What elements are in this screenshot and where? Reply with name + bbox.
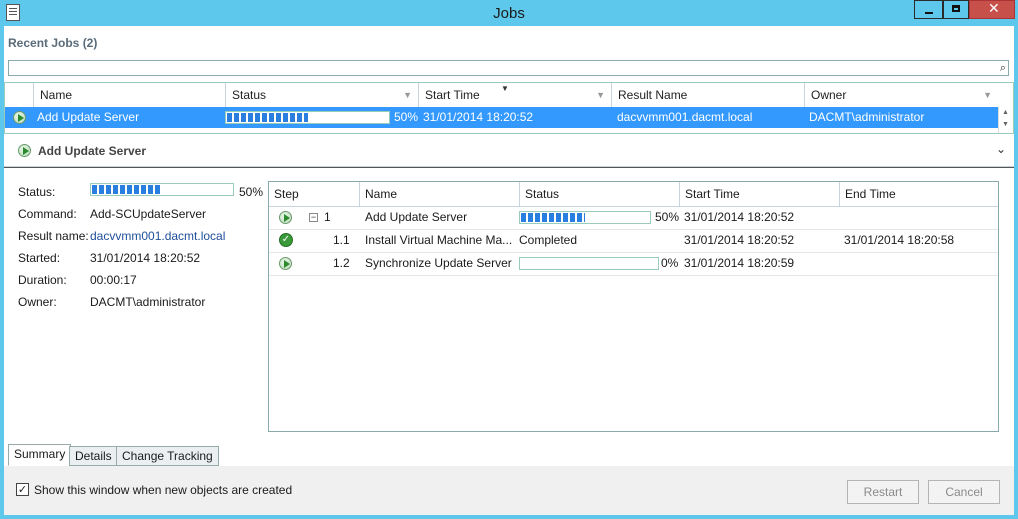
collapse-icon[interactable]: − <box>309 213 318 222</box>
column-header-step[interactable]: Step <box>269 182 359 206</box>
table-row[interactable]: 1.2 Synchronize Update Server 0% 31/01/2… <box>269 252 998 276</box>
sort-descending-icon: ▼ <box>501 84 509 93</box>
maximize-icon <box>952 5 960 12</box>
steps-grid: Step Name Status Start Time End Time − 1… <box>268 181 999 432</box>
scroll-down-icon[interactable]: ▼ <box>1002 121 1009 128</box>
duration-value: 00:00:17 <box>90 273 137 287</box>
checkmark-icon: ✓ <box>17 483 28 496</box>
restart-button[interactable]: Restart <box>847 480 919 504</box>
column-header-start-time[interactable]: Start Time ▼ ▼ <box>418 83 611 107</box>
column-header-start-time[interactable]: Start Time <box>679 182 839 206</box>
column-header-result-name[interactable]: Result Name <box>611 83 804 107</box>
grid-scrollbar[interactable]: ▲ ▼ <box>998 107 1013 133</box>
progress-fill <box>92 185 162 194</box>
table-row[interactable]: Add Update Server 50% 31/01/2014 18:20:5… <box>5 107 998 128</box>
close-icon: ✕ <box>988 1 1000 17</box>
filter-arrow-icon[interactable]: ▼ <box>596 83 605 107</box>
window-title: Jobs <box>493 5 525 22</box>
filter-arrow-icon[interactable]: ▼ <box>983 83 992 107</box>
job-progress-bar <box>225 111 390 124</box>
play-icon <box>279 211 292 224</box>
detail-progress-bar <box>90 183 234 196</box>
status-label: Status: <box>18 185 56 199</box>
step-progress-bar <box>519 257 659 270</box>
play-icon <box>279 257 292 270</box>
tab-summary[interactable]: Summary <box>8 444 72 466</box>
result-name-link[interactable]: dacvvmm001.dacmt.local <box>90 229 225 243</box>
search-input[interactable]: ⌕ <box>8 60 1009 76</box>
started-value: 31/01/2014 18:20:52 <box>90 251 201 265</box>
chevron-down-icon[interactable]: ⌄ <box>996 142 1006 156</box>
command-label: Command: <box>18 207 77 221</box>
filter-arrow-icon[interactable]: ▼ <box>403 83 412 107</box>
running-job-icon <box>18 144 31 157</box>
tab-strip: Summary Details Change Tracking <box>4 444 1014 466</box>
detail-header[interactable]: Add Update Server ⌄ <box>4 136 1014 167</box>
progress-fill <box>227 113 308 122</box>
cancel-button[interactable]: Cancel <box>928 480 1000 504</box>
jobs-grid: Name Status ▼ Start Time ▼ ▼ Result Name Ow… <box>4 82 1014 134</box>
minimize-button[interactable] <box>914 0 943 19</box>
show-window-checkbox[interactable]: ✓ <box>16 483 29 496</box>
minimize-icon <box>925 12 933 14</box>
duration-label: Duration: <box>18 273 67 287</box>
table-row[interactable]: − 1 Add Update Server 50% 31/01/2014 18:… <box>269 206 998 230</box>
progress-fill <box>521 213 585 222</box>
running-job-icon <box>13 111 26 124</box>
column-header-name[interactable]: Name <box>359 182 519 206</box>
command-value: Add-SCUpdateServer <box>90 207 207 221</box>
column-header-end-time[interactable]: End Time <box>839 182 998 206</box>
started-label: Started: <box>18 251 61 265</box>
tab-change-tracking[interactable]: Change Tracking <box>116 446 219 466</box>
check-icon: ✓ <box>279 233 293 247</box>
column-header-status[interactable]: Status <box>519 182 679 206</box>
column-header-status[interactable]: Status ▼ <box>225 83 418 107</box>
show-window-checkbox-label: Show this window when new objects are cr… <box>34 483 293 497</box>
jobs-grid-header: Name Status ▼ Start Time ▼ ▼ Result Name Ow… <box>5 83 1013 108</box>
table-row[interactable]: ✓ 1.1 Install Virtual Machine Ma... Comp… <box>269 229 998 253</box>
title-bar[interactable]: Jobs ✕ <box>0 0 1018 26</box>
result-name-label: Result name: <box>18 229 89 243</box>
column-header-owner[interactable]: Owner ▼ <box>804 83 998 107</box>
column-header-name[interactable]: Name <box>33 83 225 107</box>
step-progress-bar <box>519 211 651 224</box>
scroll-up-icon[interactable]: ▲ <box>1002 109 1009 116</box>
close-button[interactable]: ✕ <box>969 0 1015 19</box>
jobs-window: Jobs ✕ Recent Jobs (2) ⌕ Name Status ▼ St… <box>0 0 1018 519</box>
steps-grid-header: Step Name Status Start Time End Time <box>269 182 998 207</box>
recent-jobs-title: Recent Jobs (2) <box>8 36 98 50</box>
tab-details[interactable]: Details <box>69 446 118 466</box>
search-icon[interactable]: ⌕ <box>1000 62 1006 75</box>
progress-percent: 50% <box>239 185 264 199</box>
client-area: Recent Jobs (2) ⌕ Name Status ▼ Start Tim… <box>4 26 1014 515</box>
detail-title: Add Update Server <box>38 144 147 158</box>
owner-value: DACMT\administrator <box>90 295 206 309</box>
footer: ✓ Show this window when new objects are … <box>4 466 1014 515</box>
owner-label: Owner: <box>18 295 57 309</box>
maximize-button[interactable] <box>943 0 969 19</box>
